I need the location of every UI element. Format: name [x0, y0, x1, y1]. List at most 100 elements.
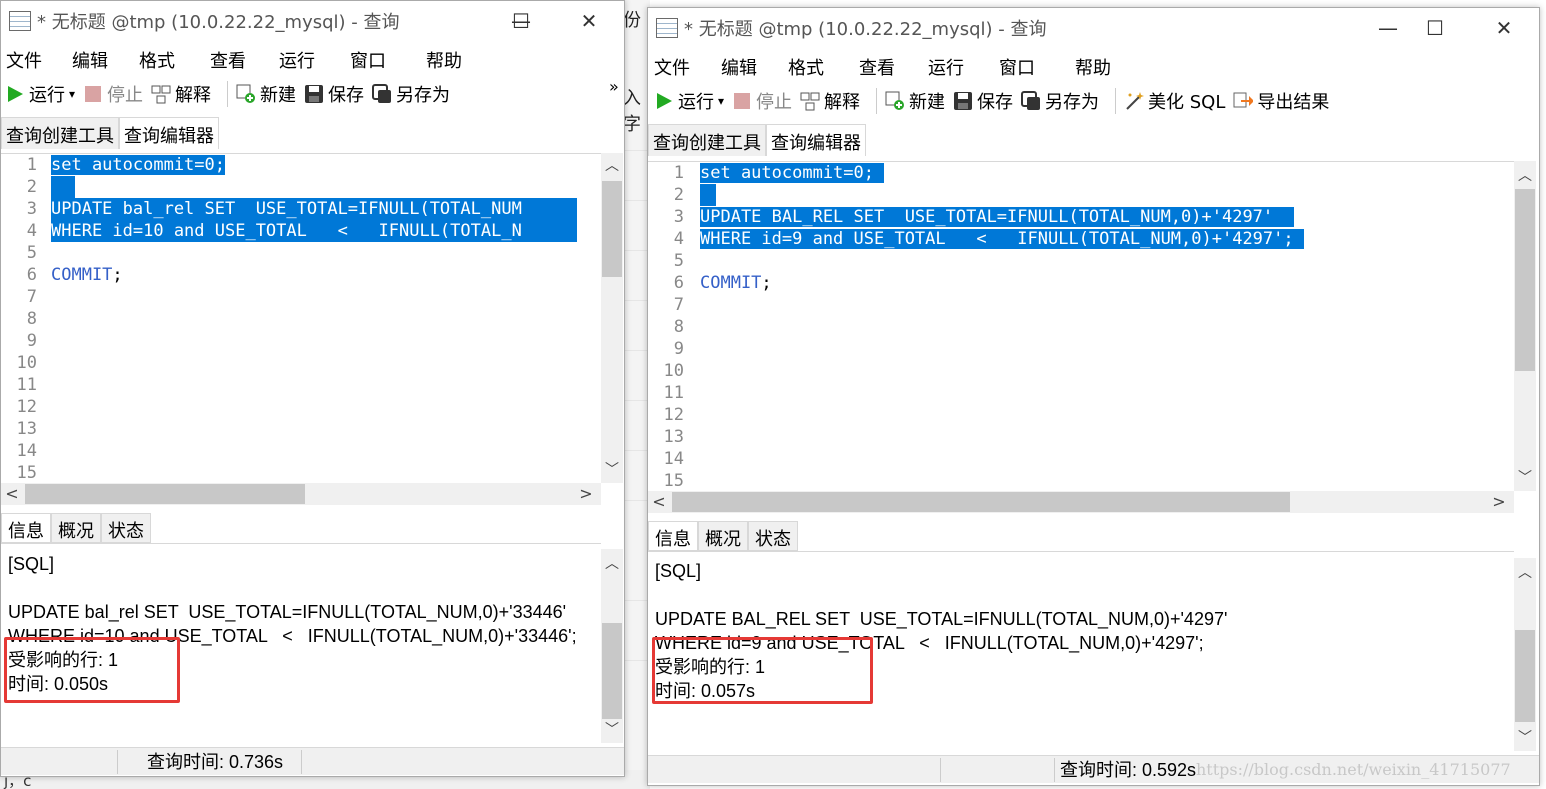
code-keyword: COMMIT: [51, 265, 113, 285]
sql-editor[interactable]: 123 456 789 10 11 12 13 14 15 set autocommit…: [648, 161, 1514, 491]
message-vertical-scrollbar[interactable]: ︿ ﹀: [601, 549, 623, 743]
table-icon: [9, 11, 31, 31]
code-line: set autocommit=0;: [700, 163, 874, 183]
menu-file[interactable]: 文件: [6, 47, 42, 73]
menu-help[interactable]: 帮助: [1075, 54, 1111, 80]
stop-icon: [732, 91, 752, 111]
line-number-gutter: 123 456 789 10 11 12 13 14 15: [663, 163, 684, 491]
status-bar: 查询时间: 0.736s: [1, 747, 624, 775]
close-button[interactable]: ✕: [1489, 14, 1519, 42]
stop-label: 停止: [756, 92, 793, 113]
tab-info[interactable]: 信息: [648, 521, 698, 551]
scroll-down-icon[interactable]: ﹀: [601, 461, 623, 479]
menu-bar: 文件 编辑 格式 查看 运行 窗口 帮助: [648, 52, 1539, 82]
export-icon: [1233, 91, 1254, 111]
stop-icon: [83, 84, 103, 104]
save-button[interactable]: 保存: [304, 81, 364, 107]
menu-format[interactable]: 格式: [788, 54, 824, 80]
editor-horizontal-scrollbar[interactable]: < >: [1, 483, 601, 505]
explain-icon: [151, 84, 171, 104]
code-line: UPDATE BAL_REL SET USE_TOTAL=IFNULL(TOTA…: [700, 207, 1274, 227]
minimize-button[interactable]: —: [1373, 14, 1403, 42]
scroll-up-icon[interactable]: ︿: [601, 555, 623, 573]
message-vertical-scrollbar[interactable]: ︿ ﹀: [1514, 558, 1536, 751]
tab-overview[interactable]: 概况: [698, 521, 748, 551]
result-tabs: 信息 概况 状态: [1, 513, 151, 543]
editor-vertical-scrollbar[interactable]: ︿ ﹀: [601, 153, 623, 483]
dropdown-arrow-icon[interactable]: ▾: [69, 87, 75, 101]
scroll-down-icon[interactable]: ﹀: [1514, 729, 1536, 747]
query-window-right: * 无标题 @tmp (10.0.22.22_mysql) - 查询 — ☐ ✕…: [647, 7, 1540, 786]
tab-query-editor[interactable]: 查询编辑器: [119, 117, 219, 149]
line-number-gutter: 123 456 789 10 11 12 13 14 15: [16, 155, 37, 483]
message-line: [SQL]: [8, 554, 55, 574]
editor-horizontal-scrollbar[interactable]: < >: [648, 491, 1514, 513]
query-window-left: * 无标题 @tmp (10.0.22.22_mysql) - 查询 — ✕ ☐…: [0, 0, 625, 777]
window-title: * 无标题 @tmp (10.0.22.22_mysql) - 查询: [684, 19, 1047, 40]
explain-label: 解释: [175, 85, 212, 106]
export-results-button[interactable]: 导出结果: [1233, 88, 1329, 114]
save-button[interactable]: 保存: [953, 88, 1013, 114]
save-as-button[interactable]: 另存为: [372, 81, 450, 107]
explain-button[interactable]: 解释: [800, 88, 860, 114]
message-line: [SQL]: [655, 561, 702, 581]
run-label: 运行: [29, 85, 65, 106]
run-button[interactable]: 运行 ▾: [654, 88, 724, 114]
message-line: UPDATE BAL_REL SET USE_TOTAL=IFNULL(TOTA…: [655, 609, 1228, 629]
new-button[interactable]: 新建: [885, 88, 945, 114]
tab-status[interactable]: 状态: [748, 521, 798, 551]
menu-file[interactable]: 文件: [654, 54, 690, 80]
code-area[interactable]: set autocommit=0; UPDATE BAL_REL SET USE…: [700, 162, 1490, 491]
maximize-button[interactable]: ☐: [506, 7, 536, 35]
highlight-box: [4, 637, 180, 703]
menu-help[interactable]: 帮助: [426, 47, 462, 73]
scroll-up-icon[interactable]: ︿: [1514, 564, 1536, 582]
editor-vertical-scrollbar[interactable]: ︿ ﹀: [1514, 161, 1536, 491]
code-line: WHERE id=10 and USE_TOTAL < IFNULL(TOTAL…: [51, 220, 577, 242]
tab-query-editor[interactable]: 查询编辑器: [766, 124, 866, 156]
menu-run[interactable]: 运行: [279, 47, 315, 73]
tab-query-builder[interactable]: 查询创建工具: [1, 117, 119, 149]
new-button[interactable]: 新建: [236, 81, 296, 107]
maximize-button[interactable]: ☐: [1420, 14, 1450, 42]
scroll-right-icon[interactable]: >: [1490, 491, 1508, 513]
tab-status[interactable]: 状态: [101, 513, 151, 543]
scroll-up-icon[interactable]: ︿: [1514, 167, 1536, 185]
menu-view[interactable]: 查看: [859, 54, 895, 80]
run-button[interactable]: 运行 ▾: [5, 81, 75, 107]
close-button[interactable]: ✕: [574, 7, 604, 35]
menu-format[interactable]: 格式: [139, 47, 175, 73]
save-as-icon: [1021, 91, 1041, 111]
background-text-fragment: 入字: [623, 88, 641, 135]
tab-overview[interactable]: 概况: [51, 513, 101, 543]
menu-run[interactable]: 运行: [928, 54, 964, 80]
export-results-label: 导出结果: [1257, 92, 1330, 113]
menu-edit[interactable]: 编辑: [721, 54, 757, 80]
menu-window[interactable]: 窗口: [350, 47, 386, 73]
background-text-fragment: 份: [623, 10, 641, 31]
explain-button[interactable]: 解释: [151, 81, 211, 107]
save-as-button[interactable]: 另存为: [1021, 88, 1099, 114]
menu-edit[interactable]: 编辑: [72, 47, 108, 73]
sql-editor[interactable]: 123 456 789 10 11 12 13 14 15 set autocommit…: [1, 153, 601, 483]
beautify-sql-button[interactable]: 美化 SQL: [1124, 88, 1225, 114]
stop-button[interactable]: 停止: [83, 81, 143, 107]
toolbar-overflow-icon[interactable]: »: [609, 77, 619, 96]
watermark: https://blog.csdn.net/weixin_41715077: [1196, 760, 1511, 779]
stop-button[interactable]: 停止: [732, 88, 792, 114]
dropdown-arrow-icon[interactable]: ▾: [718, 94, 724, 108]
save-as-label: 另存为: [396, 85, 451, 106]
menu-window[interactable]: 窗口: [999, 54, 1035, 80]
result-tabs: 信息 概况 状态: [648, 521, 798, 551]
scroll-left-icon[interactable]: <: [650, 491, 668, 513]
scroll-up-icon[interactable]: ︿: [601, 157, 623, 175]
tab-query-builder[interactable]: 查询创建工具: [648, 124, 766, 156]
scroll-down-icon[interactable]: ﹀: [601, 721, 623, 739]
scroll-right-icon[interactable]: >: [577, 483, 595, 505]
tab-info[interactable]: 信息: [1, 513, 51, 543]
menu-view[interactable]: 查看: [210, 47, 246, 73]
code-area[interactable]: set autocommit=0; UPDATE bal_rel SET USE…: [51, 154, 577, 483]
new-query-icon: [885, 91, 905, 111]
scroll-left-icon[interactable]: <: [3, 483, 21, 505]
scroll-down-icon[interactable]: ﹀: [1514, 469, 1536, 487]
